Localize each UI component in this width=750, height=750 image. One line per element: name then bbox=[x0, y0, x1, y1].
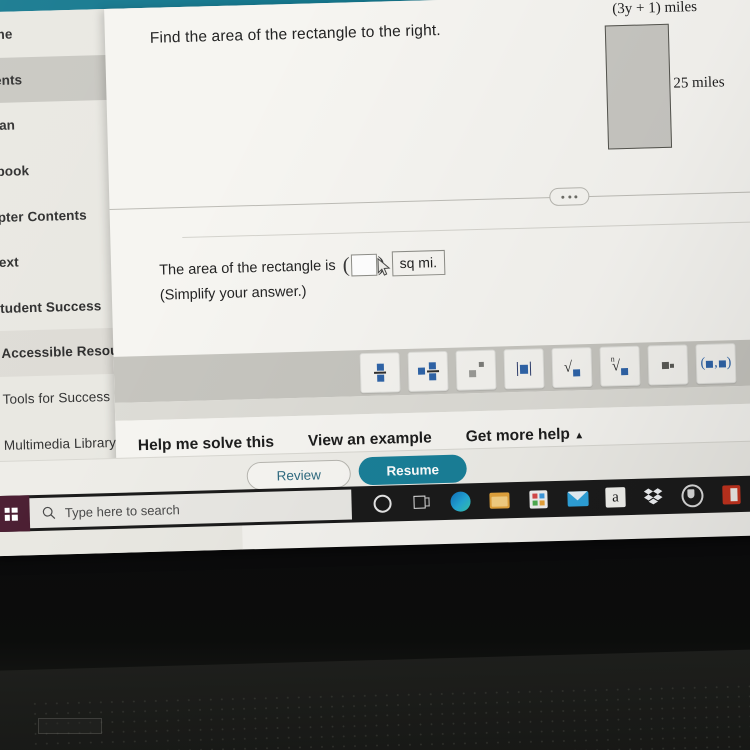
sidebar-item-label: tudent Success bbox=[0, 298, 102, 316]
dot-icon bbox=[574, 194, 578, 198]
more-options-ellipsis-button[interactable] bbox=[549, 186, 590, 207]
sidebar-item-label: Accessible Resourc bbox=[1, 342, 132, 362]
exercise-panel: Find the area of the rectangle to the ri… bbox=[104, 0, 750, 491]
laptop-body-label bbox=[38, 718, 102, 734]
palette-nth-root-button[interactable]: n √ bbox=[599, 345, 641, 387]
caret-up-icon: ▲ bbox=[574, 430, 585, 442]
cortana-icon[interactable] bbox=[371, 492, 394, 515]
figure-height-label: 25 miles bbox=[673, 74, 725, 92]
dropbox-icon[interactable] bbox=[642, 485, 665, 508]
absolute-value-icon bbox=[516, 361, 532, 377]
resume-button[interactable]: Resume bbox=[358, 454, 468, 486]
file-explorer-icon[interactable] bbox=[488, 489, 511, 512]
sidebar-item-label: Tools for Success bbox=[2, 389, 111, 407]
sidebar-item-label: book bbox=[0, 163, 30, 180]
microsoft-store-icon[interactable] bbox=[527, 488, 550, 511]
figure-width-label: (3y + 1) miles bbox=[612, 0, 698, 18]
answer-label: The area of the rectangle is bbox=[158, 257, 336, 279]
get-more-help-link[interactable]: Get more help ▲ bbox=[465, 425, 584, 446]
square-root-icon: √ bbox=[564, 359, 581, 376]
palette-exponent-button[interactable] bbox=[455, 349, 497, 391]
answer-input[interactable] bbox=[350, 253, 377, 276]
task-view-icon[interactable] bbox=[410, 491, 433, 514]
question-prompt: Find the area of the rectangle to the ri… bbox=[149, 21, 441, 47]
start-button[interactable] bbox=[0, 495, 31, 533]
open-paren: ( bbox=[342, 252, 350, 277]
subscript-icon bbox=[661, 361, 675, 369]
sidebar-item-label: ents bbox=[0, 72, 23, 88]
office-icon[interactable] bbox=[720, 483, 743, 506]
dark-app-icon[interactable] bbox=[681, 483, 704, 508]
palette-fraction-button[interactable] bbox=[359, 352, 401, 394]
dot-icon bbox=[567, 194, 571, 199]
simplify-hint: (Simplify your answer.) bbox=[159, 283, 307, 304]
sidebar-item-label: ext bbox=[0, 254, 19, 271]
palette-ordered-pair-button[interactable]: (,) bbox=[695, 343, 737, 385]
screen-surface: me ents lan book pter Contents ext tuden… bbox=[0, 0, 750, 557]
section-divider bbox=[109, 190, 750, 210]
edge-icon[interactable] bbox=[449, 490, 472, 513]
answer-unit-box: sq mi. bbox=[391, 249, 446, 277]
windows-logo-icon bbox=[4, 507, 18, 521]
secondary-divider bbox=[182, 220, 750, 239]
ordered-pair-icon: (,) bbox=[700, 355, 732, 372]
rectangle-figure: (3y + 1) miles 25 miles bbox=[594, 0, 750, 176]
mouse-cursor-icon bbox=[377, 257, 391, 276]
search-icon bbox=[42, 506, 56, 519]
taskbar-search-box[interactable]: Type here to search bbox=[29, 489, 353, 529]
mail-icon[interactable] bbox=[566, 487, 589, 510]
taskbar-search-placeholder: Type here to search bbox=[64, 501, 180, 520]
dot-icon bbox=[561, 195, 565, 199]
laptop-body bbox=[0, 540, 750, 750]
answer-row: The area of the rectangle is ( ) sq mi. bbox=[158, 249, 446, 283]
figure-rectangle-shape bbox=[604, 23, 673, 150]
mixed-number-icon bbox=[417, 362, 439, 381]
sidebar-item-label: pter Contents bbox=[0, 207, 87, 225]
sidebar-item-label: Multimedia Library bbox=[3, 434, 117, 453]
palette-absolute-value-button[interactable] bbox=[503, 348, 545, 390]
amazon-icon[interactable]: a bbox=[605, 487, 626, 508]
fraction-icon bbox=[374, 363, 387, 382]
exponent-icon bbox=[468, 361, 484, 378]
view-an-example-link[interactable]: View an example bbox=[308, 429, 432, 450]
review-button[interactable]: Review bbox=[246, 459, 352, 491]
help-me-solve-this-link[interactable]: Help me solve this bbox=[138, 434, 275, 456]
dropbox-glyph bbox=[643, 488, 663, 505]
palette-square-root-button[interactable]: √ bbox=[551, 346, 593, 389]
taskbar-icons: a bbox=[371, 482, 750, 515]
palette-subscript-button[interactable] bbox=[647, 344, 689, 386]
sidebar-item-label: me bbox=[0, 26, 13, 43]
palette-mixed-number-button[interactable] bbox=[407, 350, 449, 392]
nth-root-icon: n √ bbox=[610, 354, 629, 375]
sidebar-item-label: lan bbox=[0, 117, 16, 134]
get-more-help-label: Get more help bbox=[465, 425, 571, 446]
photographed-screen-scene: me ents lan book pter Contents ext tuden… bbox=[0, 0, 750, 750]
